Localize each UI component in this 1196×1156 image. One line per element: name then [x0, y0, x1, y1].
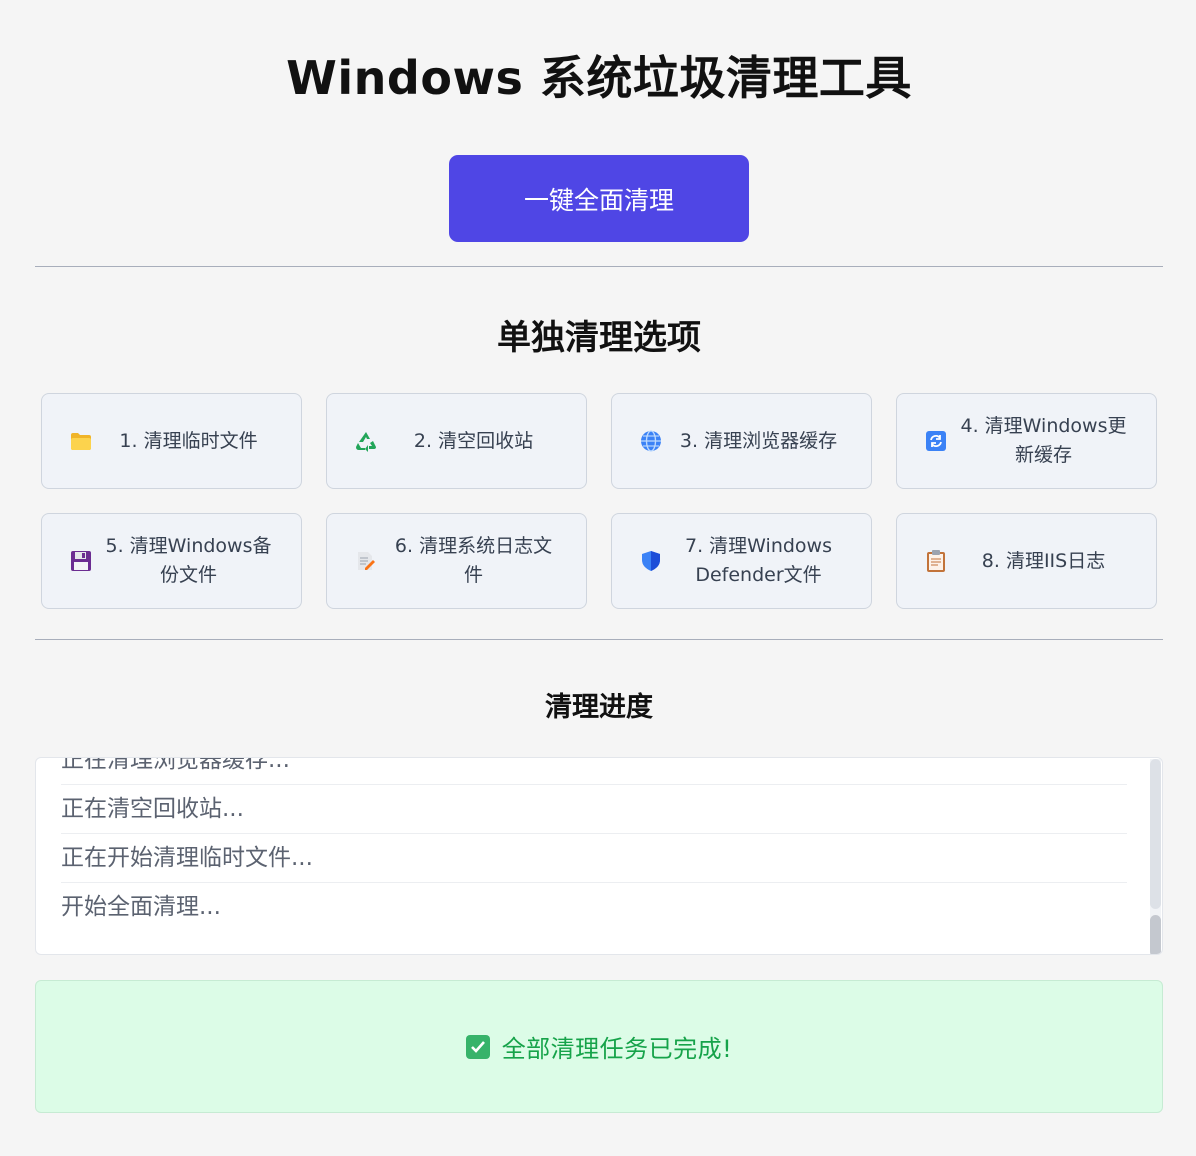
- option-label: 8. 清理IIS日志: [981, 549, 1106, 572]
- divider: [35, 266, 1163, 267]
- shield-icon: [640, 550, 662, 572]
- option-empty-recycle-bin[interactable]: 2. 清空回收站: [326, 393, 587, 489]
- option-clean-windows-update-cache[interactable]: 4. 清理Windows更新缓存: [896, 393, 1157, 489]
- progress-section-title: 清理进度: [545, 692, 653, 723]
- completion-status: 全部清理任务已完成!: [35, 980, 1163, 1113]
- option-clean-browser-cache[interactable]: 3. 清理浏览器缓存: [611, 393, 872, 489]
- option-label: 5. 清理Windows备份文件: [105, 535, 272, 586]
- log-entry: 正在开始清理临时文件...: [61, 834, 1127, 883]
- page-title: Windows 系统垃圾清理工具: [286, 51, 912, 105]
- option-clean-temp-files[interactable]: 1. 清理临时文件: [41, 393, 302, 489]
- status-message: 全部清理任务已完成!: [501, 1035, 733, 1063]
- log-scrollbar[interactable]: [1150, 759, 1161, 954]
- option-clean-windows-backup[interactable]: 5. 清理Windows备份文件: [41, 513, 302, 609]
- option-label: 4. 清理Windows更新缓存: [960, 415, 1127, 466]
- scrollbar-thumb[interactable]: [1150, 915, 1161, 954]
- divider: [35, 639, 1163, 640]
- progress-log[interactable]: 正在清理浏览器缓存... 正在清空回收站... 正在开始清理临时文件... 开始…: [35, 757, 1163, 955]
- option-clean-system-logs[interactable]: 6. 清理系统日志文件: [326, 513, 587, 609]
- log-entry: 正在清空回收站...: [61, 785, 1127, 834]
- options-section-title: 单独清理选项: [497, 318, 701, 358]
- option-label: 7. 清理Windows Defender文件: [685, 535, 832, 586]
- option-label: 2. 清空回收站: [413, 429, 534, 452]
- option-label: 6. 清理系统日志文件: [394, 535, 553, 586]
- clipboard-icon: [925, 550, 947, 572]
- log-entry: 开始全面清理...: [61, 894, 221, 920]
- option-clean-windows-defender[interactable]: 7. 清理Windows Defender文件: [611, 513, 872, 609]
- check-mark-icon: [465, 1034, 490, 1059]
- scrollbar-track: [1150, 759, 1161, 909]
- floppy-disk-icon: [70, 550, 92, 572]
- clean-options-grid: 1. 清理临时文件 2. 清空回收站 3. 清理浏览器缓存 4. 清理Windo…: [41, 393, 1157, 609]
- memo-icon: [355, 550, 377, 572]
- log-list: 正在清理浏览器缓存... 正在清空回收站... 正在开始清理临时文件... 开始…: [61, 758, 1127, 931]
- folder-icon: [70, 430, 92, 452]
- log-entry: 正在清理浏览器缓存...: [61, 758, 1127, 785]
- refresh-icon: [925, 430, 947, 452]
- globe-icon: [640, 430, 662, 452]
- option-label: 3. 清理浏览器缓存: [679, 429, 838, 452]
- clean-all-button[interactable]: 一键全面清理: [449, 155, 749, 242]
- recycle-icon: [355, 430, 377, 452]
- option-clean-iis-logs[interactable]: 8. 清理IIS日志: [896, 513, 1157, 609]
- option-label: 1. 清理临时文件: [119, 429, 258, 452]
